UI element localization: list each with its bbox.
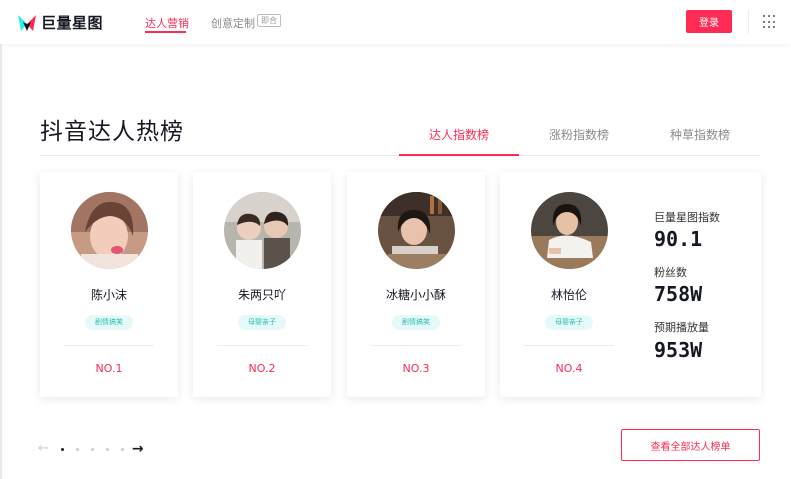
talent-name: 冰糖小小酥 bbox=[385, 288, 446, 302]
nav-creative-custom[interactable]: 创意定制 bbox=[211, 15, 255, 31]
logo-text: 巨量星图 bbox=[41, 14, 104, 32]
stat-value-expected-plays: 953W bbox=[654, 338, 703, 362]
avatar bbox=[224, 192, 301, 269]
card-divider bbox=[524, 345, 614, 346]
rank-label: NO.1 bbox=[95, 362, 123, 375]
talent-name: 陈小沫 bbox=[90, 288, 127, 302]
tab-talent-index[interactable]: 达人指数榜 bbox=[399, 126, 519, 143]
arrow-left-icon[interactable]: ← bbox=[38, 442, 49, 456]
nav-badge: 即合 bbox=[257, 14, 281, 27]
page-dot[interactable] bbox=[105, 447, 109, 451]
page-dot[interactable] bbox=[75, 447, 79, 451]
card-divider bbox=[64, 345, 154, 346]
rank-label: NO.2 bbox=[248, 362, 276, 375]
talent-name: 朱两只吖 bbox=[237, 288, 286, 302]
avatar bbox=[378, 192, 455, 269]
logo-icon bbox=[17, 13, 37, 33]
category-tag: 剧情搞笑 bbox=[85, 315, 133, 330]
card-divider bbox=[371, 345, 461, 346]
stat-value-followers: 758W bbox=[654, 282, 703, 306]
logo[interactable]: 巨量星图 bbox=[17, 12, 103, 33]
talent-card[interactable]: 朱两只吖 母婴亲子 NO.2 bbox=[193, 172, 331, 397]
nav-active-underline bbox=[145, 31, 186, 33]
apps-grid-icon[interactable] bbox=[763, 15, 777, 29]
header-divider bbox=[748, 10, 749, 34]
stat-label-star-index: 巨量星图指数 bbox=[654, 211, 720, 224]
stat-value-star-index: 90.1 bbox=[654, 227, 703, 251]
stat-label-expected-plays: 预期播放量 bbox=[654, 321, 709, 334]
rank-label: NO.3 bbox=[402, 362, 430, 375]
tab-active-underline bbox=[399, 154, 519, 156]
view-all-rankings-button[interactable]: 查看全部达人榜单 bbox=[621, 429, 760, 461]
rank-label: NO.4 bbox=[555, 362, 583, 375]
page-dot[interactable] bbox=[90, 447, 94, 451]
talent-card[interactable]: 陈小沫 剧情搞笑 NO.1 bbox=[40, 172, 178, 397]
tab-recommendation-index[interactable]: 种草指数榜 bbox=[640, 126, 760, 143]
category-tag: 母婴亲子 bbox=[545, 315, 593, 330]
nav-talent-marketing[interactable]: 达人营销 bbox=[145, 15, 189, 31]
arrow-right-icon[interactable]: → bbox=[132, 442, 144, 456]
page-left-border bbox=[0, 0, 2, 479]
login-button[interactable]: 登录 bbox=[686, 10, 732, 33]
page-dot[interactable] bbox=[60, 447, 64, 451]
avatar bbox=[531, 192, 608, 269]
page-dot[interactable] bbox=[120, 447, 124, 451]
talent-name: 林怡伦 bbox=[550, 288, 587, 302]
category-tag: 剧情搞笑 bbox=[392, 315, 440, 330]
top-header: 巨量星图 达人营销 创意定制 即合 登录 bbox=[0, 0, 791, 44]
carousel-pagination: ← → bbox=[38, 442, 144, 457]
stat-label-followers: 粉丝数 bbox=[654, 266, 687, 279]
section-title: 抖音达人热榜 bbox=[40, 119, 184, 145]
talent-card[interactable]: 冰糖小小酥 剧情搞笑 NO.3 bbox=[347, 172, 485, 397]
card-divider bbox=[217, 345, 307, 346]
category-tag: 母婴亲子 bbox=[238, 315, 286, 330]
avatar bbox=[71, 192, 148, 269]
talent-card-featured[interactable]: 林怡伦 母婴亲子 NO.4 巨量星图指数 90.1 粉丝数 758W 预期播放量… bbox=[500, 172, 761, 397]
tab-follower-growth-index[interactable]: 涨粉指数榜 bbox=[519, 126, 639, 143]
